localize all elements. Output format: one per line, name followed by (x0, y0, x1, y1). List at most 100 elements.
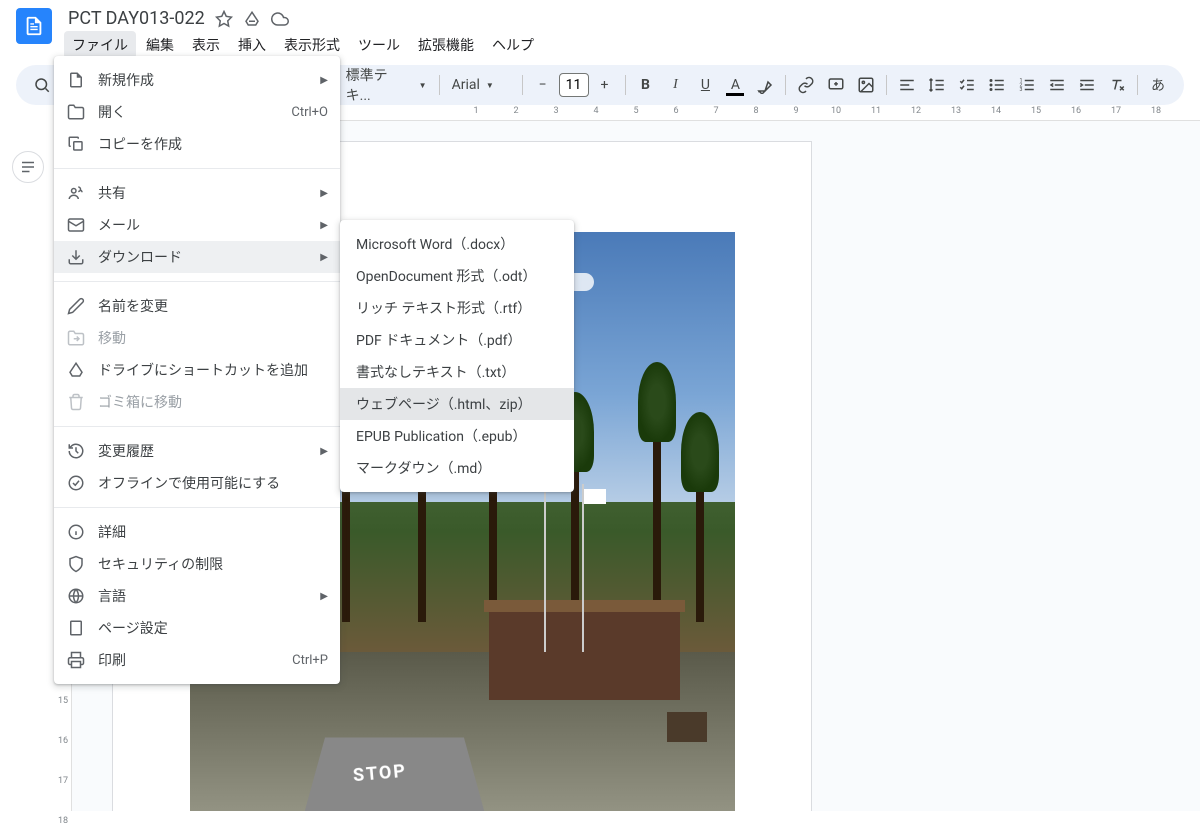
increase-font-size-button[interactable]: + (591, 71, 619, 99)
document-title[interactable]: PCT DAY013-022 (68, 8, 205, 29)
font-size-input[interactable] (559, 73, 589, 97)
menu-format[interactable]: 表示形式 (276, 31, 348, 59)
left-gutter (0, 121, 56, 811)
page-setup-icon (66, 618, 86, 638)
menu-view[interactable]: 表示 (184, 31, 228, 59)
input-mode-button[interactable]: あ (1144, 71, 1172, 99)
search-menus-icon[interactable] (28, 71, 56, 99)
menubar: ファイル 編集 表示 挿入 表示形式 ツール 拡張機能 ヘルプ (64, 31, 1184, 59)
toolbar-separator (785, 75, 786, 95)
svg-text:3: 3 (1020, 87, 1023, 93)
file-menu-download[interactable]: ダウンロード ▶ (54, 241, 340, 273)
checklist-button[interactable] (953, 71, 981, 99)
decrease-indent-button[interactable] (1043, 71, 1071, 99)
paragraph-style-label: 標準テキ... (346, 65, 413, 105)
italic-button[interactable]: I (661, 71, 689, 99)
file-menu-move: 移動 (54, 322, 340, 354)
file-menu-details[interactable]: 詳細 (54, 516, 340, 548)
cloud-status-icon[interactable] (271, 10, 289, 28)
menu-edit[interactable]: 編集 (138, 31, 182, 59)
paragraph-style-select[interactable]: 標準テキ...▼ (340, 71, 433, 99)
dropdown-arrow-icon: ▼ (419, 81, 427, 90)
submenu-arrow-icon: ▶ (320, 220, 328, 231)
toolbar-separator (522, 75, 523, 95)
align-button[interactable] (893, 71, 921, 99)
file-menu-open[interactable]: 開く Ctrl+O (54, 96, 340, 128)
insert-comment-button[interactable] (822, 71, 850, 99)
download-odt[interactable]: OpenDocument 形式（.odt） (340, 260, 574, 292)
docs-logo-icon[interactable] (16, 8, 52, 44)
file-menu-share[interactable]: 共有 ▶ (54, 177, 340, 209)
download-docx[interactable]: Microsoft Word（.docx） (340, 228, 574, 260)
file-menu-offline[interactable]: オフラインで使用可能にする (54, 467, 340, 499)
decrease-font-size-button[interactable]: − (529, 71, 557, 99)
menu-label: コピーを作成 (98, 134, 328, 154)
menu-insert[interactable]: 挿入 (230, 31, 274, 59)
menu-label: ゴミ箱に移動 (98, 392, 328, 412)
document-icon (66, 70, 86, 90)
file-menu-version-history[interactable]: 変更履歴 ▶ (54, 435, 340, 467)
file-menu-rename[interactable]: 名前を変更 (54, 290, 340, 322)
menu-label: オフラインで使用可能にする (98, 473, 328, 493)
menu-divider (54, 426, 340, 427)
font-select[interactable]: Arial▼ (446, 71, 516, 99)
menu-divider (54, 281, 340, 282)
menu-label: 変更履歴 (98, 441, 320, 461)
file-menu-email[interactable]: メール ▶ (54, 209, 340, 241)
text-color-button[interactable]: A (721, 71, 749, 99)
menu-tools[interactable]: ツール (350, 31, 408, 59)
file-menu-trash: ゴミ箱に移動 (54, 386, 340, 418)
menu-label: ダウンロード (98, 247, 320, 267)
menu-extensions[interactable]: 拡張機能 (410, 31, 482, 59)
download-txt[interactable]: 書式なしテキスト（.txt） (340, 356, 574, 388)
move-to-drive-icon[interactable] (243, 10, 261, 28)
bulleted-list-button[interactable] (983, 71, 1011, 99)
download-icon (66, 247, 86, 267)
file-menu-language[interactable]: 言語 ▶ (54, 580, 340, 612)
share-icon (66, 183, 86, 203)
bold-button[interactable]: B (632, 71, 660, 99)
file-menu-make-copy[interactable]: コピーを作成 (54, 128, 340, 160)
file-menu-new[interactable]: 新規作成 ▶ (54, 64, 340, 96)
line-spacing-button[interactable] (923, 71, 951, 99)
file-menu-security[interactable]: セキュリティの制限 (54, 548, 340, 580)
menu-label: 詳細 (98, 522, 328, 542)
highlight-button[interactable] (751, 71, 779, 99)
clear-formatting-button[interactable] (1103, 71, 1131, 99)
download-epub[interactable]: EPUB Publication（.epub） (340, 420, 574, 452)
menu-label: 共有 (98, 183, 320, 203)
file-menu-dropdown: 新規作成 ▶ 開く Ctrl+O コピーを作成 共有 ▶ メール ▶ ダウンロー… (54, 56, 340, 684)
trash-icon (66, 392, 86, 412)
insert-link-button[interactable] (792, 71, 820, 99)
header: PCT DAY013-022 ファイル 編集 表示 挿入 表示形式 ツール 拡張… (0, 0, 1200, 59)
file-menu-add-shortcut[interactable]: ドライブにショートカットを追加 (54, 354, 340, 386)
history-icon (66, 441, 86, 461)
download-md[interactable]: マークダウン（.md） (340, 452, 574, 484)
menu-shortcut: Ctrl+P (292, 653, 328, 668)
show-outline-button[interactable] (12, 151, 44, 183)
toolbar-separator (1137, 75, 1138, 95)
menu-label: 名前を変更 (98, 296, 328, 316)
underline-button[interactable]: U (691, 71, 719, 99)
menu-file[interactable]: ファイル (64, 31, 136, 59)
star-icon[interactable] (215, 10, 233, 28)
globe-icon (66, 586, 86, 606)
shield-icon (66, 554, 86, 574)
download-html[interactable]: ウェブページ（.html、zip） (340, 388, 574, 420)
insert-image-button[interactable] (852, 71, 880, 99)
file-menu-page-setup[interactable]: ページ設定 (54, 612, 340, 644)
increase-indent-button[interactable] (1073, 71, 1101, 99)
menu-label: セキュリティの制限 (98, 554, 328, 574)
menu-label: 言語 (98, 586, 320, 606)
folder-move-icon (66, 328, 86, 348)
submenu-arrow-icon: ▶ (320, 252, 328, 263)
download-rtf[interactable]: リッチ テキスト形式（.rtf） (340, 292, 574, 324)
menu-divider (54, 507, 340, 508)
menu-help[interactable]: ヘルプ (484, 31, 542, 59)
numbered-list-button[interactable]: 123 (1013, 71, 1041, 99)
download-submenu: Microsoft Word（.docx） OpenDocument 形式（.o… (340, 220, 574, 492)
download-pdf[interactable]: PDF ドキュメント（.pdf） (340, 324, 574, 356)
submenu-arrow-icon: ▶ (320, 188, 328, 199)
file-menu-print[interactable]: 印刷 Ctrl+P (54, 644, 340, 676)
submenu-arrow-icon: ▶ (320, 591, 328, 602)
